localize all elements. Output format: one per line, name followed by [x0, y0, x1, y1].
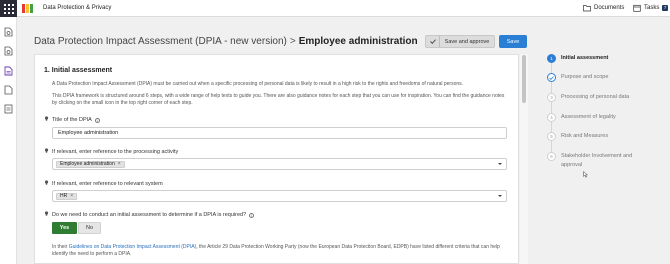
- step-label: Risk and Measures: [561, 133, 609, 139]
- page-title: Data Protection Impact Assessment (DPIA …: [34, 36, 418, 47]
- activity-field-label: If relevant, enter reference to the proc…: [52, 149, 178, 155]
- step-number: 5: [547, 132, 556, 141]
- step-check-icon: [547, 73, 556, 82]
- step-processing-of-personal-data[interactable]: 3 Processing of personal data: [547, 93, 641, 102]
- system-field-label: If relevant, enter reference to relevant…: [52, 181, 163, 187]
- guidance-bulb-icon[interactable]: [44, 116, 49, 121]
- app-title: Data Protection & Privacy: [43, 5, 112, 11]
- step-number: 6: [547, 152, 556, 161]
- step-purpose-and-scope[interactable]: Purpose and scope: [547, 73, 641, 82]
- tasks-link[interactable]: Tasks 7: [633, 4, 668, 12]
- chip-remove-icon[interactable]: ×: [70, 193, 73, 199]
- report-nav-icon[interactable]: [4, 104, 13, 114]
- save-and-approve-label: Save and approve: [444, 38, 490, 45]
- guidance-bulb-icon[interactable]: [44, 211, 49, 216]
- processing-activity-select[interactable]: Employee administration ×: [52, 158, 507, 170]
- page-title-current: Employee administration: [298, 36, 418, 47]
- mouse-cursor-icon: [583, 171, 588, 178]
- yes-button[interactable]: Yes: [52, 222, 77, 234]
- save-button[interactable]: Save: [499, 35, 527, 48]
- title-input[interactable]: Employee administration: [52, 127, 507, 139]
- step-number: 1: [547, 54, 556, 63]
- scrollbar-thumb[interactable]: [522, 55, 526, 103]
- no-button[interactable]: No: [78, 222, 101, 234]
- section-title: 1. Initial assessment: [44, 67, 113, 74]
- step-number: 3: [547, 93, 556, 102]
- info-icon[interactable]: i: [94, 117, 100, 123]
- relevant-system-select[interactable]: HR ×: [52, 190, 507, 202]
- system-label-text: If relevant, enter reference to relevant…: [52, 181, 163, 187]
- breadcrumb-separator: >: [289, 36, 296, 47]
- guidance-bulb-icon[interactable]: [44, 180, 49, 185]
- system-chip[interactable]: HR ×: [56, 193, 78, 200]
- app-grid-icon[interactable]: [0, 0, 17, 17]
- title-field-label: Title of the DPIA i: [52, 117, 100, 123]
- guidance-bulb-icon[interactable]: [44, 148, 49, 153]
- footer-paragraph: In their Guidelines on Data Protection I…: [52, 244, 507, 258]
- step-label: Stakeholder Involvement and approval: [561, 153, 633, 168]
- records-nav-icon[interactable]: [4, 46, 13, 56]
- step-risk-and-measures[interactable]: 5 Risk and Measures: [547, 132, 641, 141]
- tasks-label: Tasks: [644, 5, 660, 11]
- question-field-label: Do we need to conduct an initial assessm…: [52, 212, 255, 218]
- step-assessment-of-legality[interactable]: 4 Assessment of legality: [547, 113, 641, 122]
- step-label: Assessment of legality: [561, 114, 616, 120]
- page-title-prefix: Data Protection Impact Assessment (DPIA …: [34, 36, 287, 47]
- guidelines-link[interactable]: Guidelines on Data Protection Impact Ass…: [69, 244, 197, 250]
- footer-text-pre: In their: [52, 244, 69, 250]
- step-initial-assessment[interactable]: 1 Initial assessment: [547, 54, 641, 63]
- chevron-down-icon[interactable]: [498, 195, 502, 197]
- system-chip-label: HR: [60, 193, 68, 199]
- calendar-icon: [633, 4, 641, 12]
- intro-paragraph-1: A Data Protection Impact Assessment (DPI…: [52, 81, 464, 87]
- step-label: Processing of personal data: [561, 94, 630, 100]
- save-and-approve-button[interactable]: Save and approve: [425, 35, 495, 48]
- file-nav-icon[interactable]: [4, 85, 13, 95]
- title-label-text: Title of the DPIA: [52, 117, 92, 123]
- step-label: Purpose and scope: [561, 74, 609, 80]
- question-label-text: Do we need to conduct an initial assessm…: [52, 212, 247, 218]
- documents-nav-icon[interactable]: [4, 27, 13, 37]
- checkmark-icon: [426, 36, 440, 47]
- step-label: Initial assessment: [561, 55, 609, 61]
- documents-link[interactable]: Documents: [583, 4, 624, 12]
- activity-label-text: If relevant, enter reference to the proc…: [52, 149, 179, 155]
- step-stakeholder-involvement[interactable]: 6 Stakeholder Involvement and approval: [547, 152, 641, 170]
- intro-paragraph-2: This DPIA framework is structured around…: [52, 93, 505, 106]
- folder-icon: [583, 5, 591, 12]
- activity-chip-label: Employee administration: [60, 161, 115, 167]
- left-sidebar: [0, 17, 17, 264]
- tasks-count-badge: 7: [662, 5, 668, 11]
- step-number: 4: [547, 113, 556, 122]
- brand-logo-icon[interactable]: [22, 3, 33, 14]
- top-bar: Data Protection & Privacy Documents Task…: [0, 0, 670, 17]
- activity-chip[interactable]: Employee administration ×: [56, 161, 125, 168]
- chip-remove-icon[interactable]: ×: [118, 161, 121, 167]
- dpia-nav-icon[interactable]: [4, 66, 13, 76]
- chevron-down-icon[interactable]: [498, 163, 502, 165]
- documents-label: Documents: [594, 5, 625, 11]
- info-icon[interactable]: i: [249, 212, 255, 218]
